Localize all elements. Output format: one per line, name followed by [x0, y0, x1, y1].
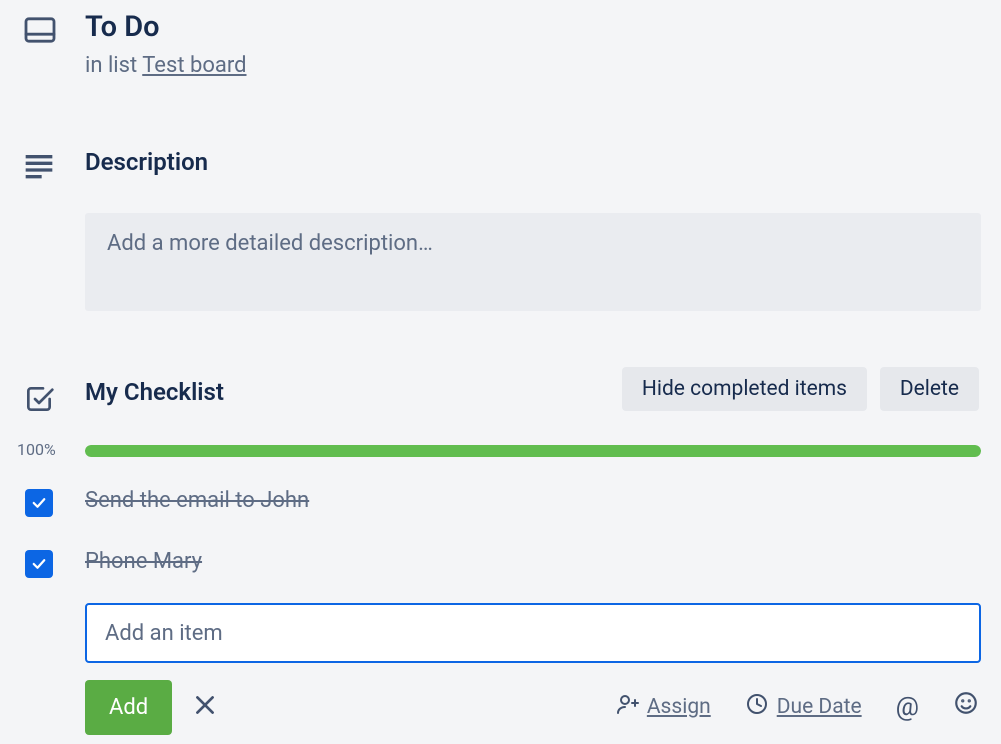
sub-prefix: in list: [85, 53, 142, 78]
checklist-item-1-text[interactable]: Send the email to John: [85, 488, 309, 513]
delete-checklist-button[interactable]: Delete: [880, 367, 979, 411]
card-subtitle: in list Test board: [85, 53, 981, 78]
add-button[interactable]: Add: [85, 680, 172, 735]
hide-completed-button[interactable]: Hide completed items: [622, 367, 867, 411]
checkbox-item-2[interactable]: [25, 550, 53, 578]
assign-icon: [615, 692, 639, 722]
due-date-button[interactable]: Due Date: [745, 692, 862, 722]
card-title[interactable]: To Do: [85, 10, 981, 44]
mention-icon[interactable]: @: [896, 692, 919, 722]
checkbox-item-1[interactable]: [25, 489, 53, 517]
progress-fill: [85, 445, 981, 457]
assign-button[interactable]: Assign: [615, 692, 711, 722]
progress-label: 100%: [17, 440, 56, 459]
clock-icon: [745, 692, 769, 722]
checklist-icon: [23, 383, 68, 419]
description-field[interactable]: Add a more detailed description…: [85, 213, 981, 311]
checklist-item-2-text[interactable]: Phone Mary: [85, 549, 202, 574]
close-icon[interactable]: [192, 692, 218, 724]
progress-bar: [85, 445, 981, 457]
card-icon: [23, 16, 68, 48]
emoji-icon[interactable]: [953, 690, 979, 723]
list-link[interactable]: Test board: [142, 53, 246, 78]
due-date-label: Due Date: [777, 695, 862, 719]
assign-label: Assign: [647, 695, 711, 719]
description-heading: Description: [85, 148, 981, 176]
add-item-input[interactable]: [85, 603, 981, 663]
description-icon: [23, 152, 68, 184]
